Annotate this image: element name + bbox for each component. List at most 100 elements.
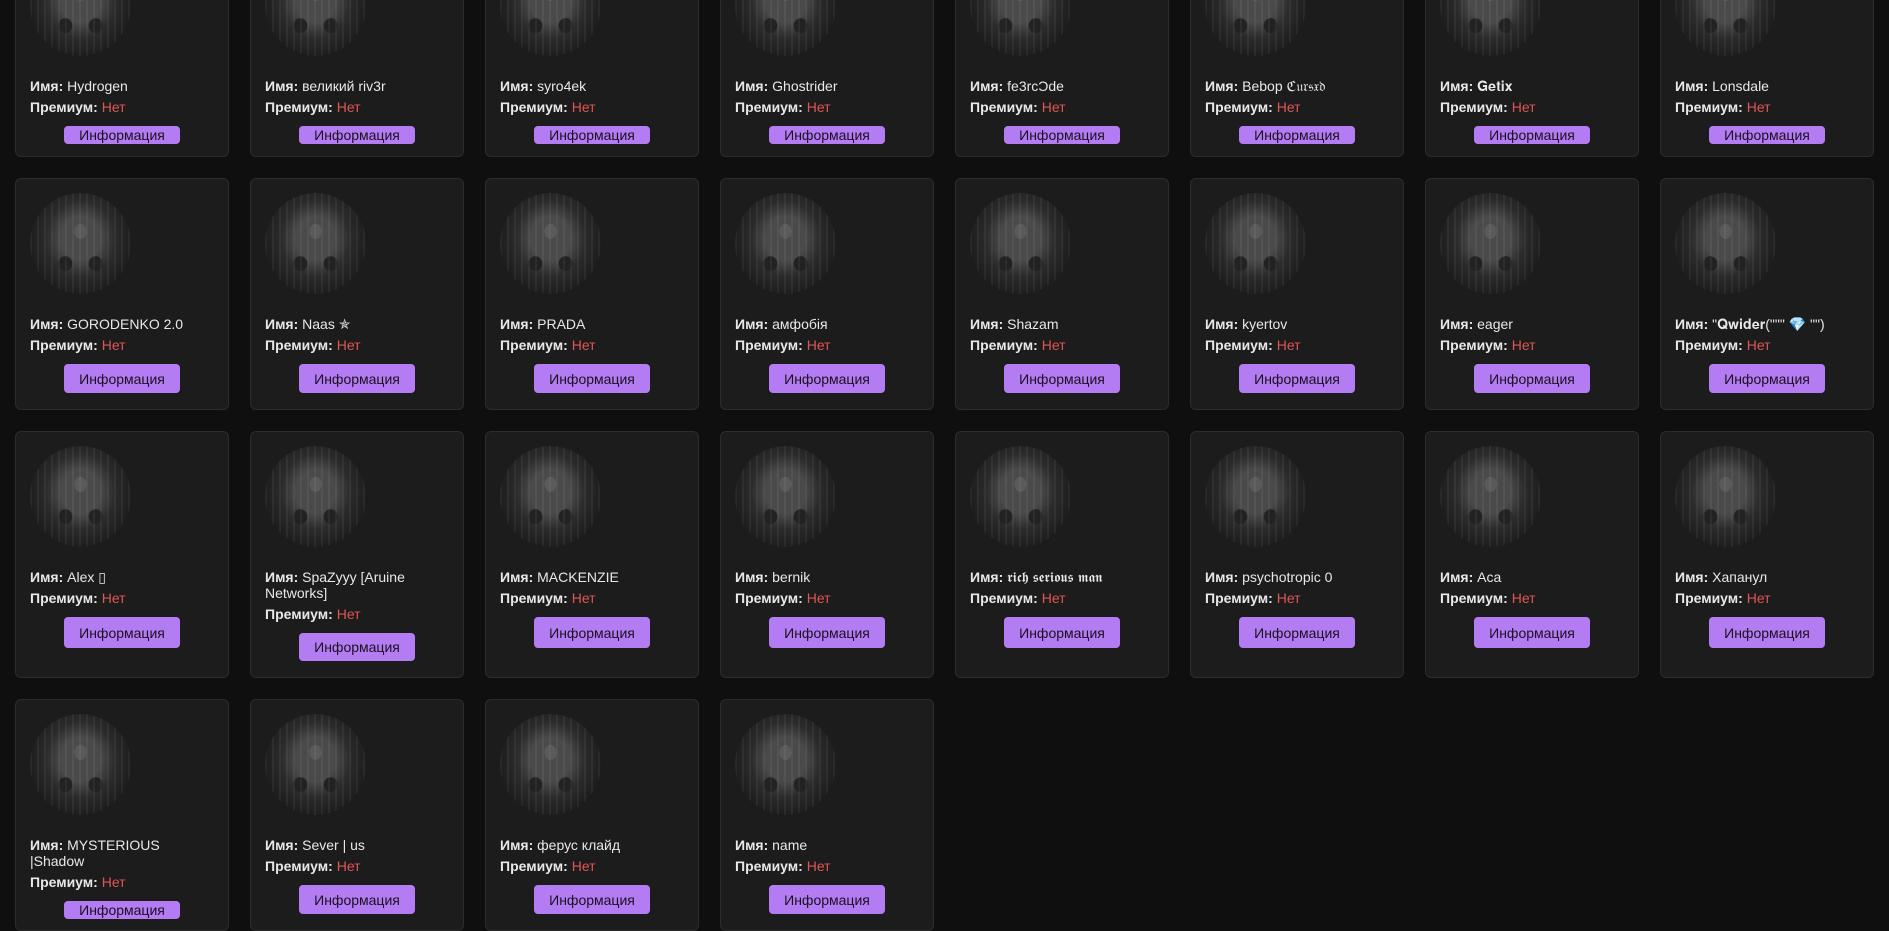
profile-info: Имя: PRADA Премиум: Нет: [500, 316, 684, 358]
info-button[interactable]: Информация: [1474, 126, 1590, 144]
premium-value: Нет: [1041, 590, 1066, 606]
avatar: [735, 446, 836, 547]
profile-card: Имя: Ghostrider Премиум: Нет Информация: [720, 0, 934, 157]
info-button[interactable]: Информация: [299, 126, 415, 144]
name-value: syro4ek: [537, 78, 587, 94]
info-button[interactable]: Информация: [64, 364, 180, 393]
avatar: [735, 714, 836, 815]
premium-value: Нет: [1041, 337, 1066, 353]
name-label: Имя:: [735, 316, 769, 332]
name-row: Имя: Alex ▯: [30, 569, 214, 585]
premium-label: Премиум:: [735, 858, 803, 874]
premium-value: Нет: [806, 590, 831, 606]
profile-info: Имя: eager Премиум: Нет: [1440, 316, 1624, 358]
avatar: [1205, 193, 1306, 294]
profile-card: Имя: eager Премиум: Нет Информация: [1425, 178, 1639, 410]
info-button[interactable]: Информация: [769, 126, 885, 144]
premium-row: Премиум: Нет: [970, 590, 1154, 606]
name-row: Имя: ферус клайд: [500, 837, 684, 853]
info-button[interactable]: Информация: [534, 885, 650, 914]
info-button[interactable]: Информация: [299, 633, 415, 661]
premium-row: Премиум: Нет: [735, 99, 919, 115]
name-label: Имя:: [500, 316, 534, 332]
profile-info: Имя: Хапанул Премиум: Нет: [1675, 569, 1859, 611]
avatar: [1440, 0, 1541, 56]
name-value: psychotropic 0: [1242, 569, 1333, 585]
premium-value: Нет: [101, 874, 126, 890]
info-button[interactable]: Информация: [534, 364, 650, 393]
name-label: Имя:: [970, 316, 1004, 332]
profile-info: Имя: Sever | us Премиум: Нет: [265, 837, 449, 879]
info-button[interactable]: Информация: [1709, 617, 1825, 648]
profile-info: Имя: амфобія Премиум: Нет: [735, 316, 919, 358]
premium-label: Премиум:: [735, 590, 803, 606]
info-button[interactable]: Информация: [769, 364, 885, 393]
name-row: Имя: Хапанул: [1675, 569, 1859, 585]
avatar: [970, 0, 1071, 56]
name-value: Hydrogen: [67, 78, 128, 94]
info-button[interactable]: Информация: [1474, 364, 1590, 393]
info-button[interactable]: Информация: [1709, 126, 1825, 144]
name-row: Имя: Ghostrider: [735, 78, 919, 94]
info-button[interactable]: Информация: [769, 885, 885, 914]
info-button[interactable]: Информация: [1239, 617, 1355, 648]
premium-value: Нет: [336, 337, 361, 353]
avatar: [30, 446, 131, 547]
name-value: Sever | us: [302, 837, 365, 853]
premium-label: Премиум:: [265, 99, 333, 115]
name-value: Alex ▯: [67, 569, 106, 585]
name-row: Имя: name: [735, 837, 919, 853]
profile-card: Имя: fe3rcƆde Премиум: Нет Информация: [955, 0, 1169, 157]
premium-value: Нет: [806, 858, 831, 874]
info-button[interactable]: Информация: [1004, 126, 1120, 144]
info-button[interactable]: Информация: [1239, 364, 1355, 393]
profile-card: Имя: Hydrogen Премиум: Нет Информация: [15, 0, 229, 157]
info-button[interactable]: Информация: [534, 617, 650, 648]
profile-info: Имя: syro4ek Премиум: Нет: [500, 78, 684, 120]
name-row: Имя: Lonsdale: [1675, 78, 1859, 94]
premium-row: Премиум: Нет: [970, 337, 1154, 353]
profile-info: Имя: bernik Премиум: Нет: [735, 569, 919, 611]
name-row: Имя: Aca: [1440, 569, 1624, 585]
profile-card: Имя: Alex ▯ Премиум: Нет Информация: [15, 431, 229, 678]
info-button[interactable]: Информация: [1239, 126, 1355, 144]
premium-label: Премиум:: [500, 858, 568, 874]
info-button[interactable]: Информация: [64, 617, 180, 648]
profile-info: Имя: psychotropic 0 Премиум: Нет: [1205, 569, 1389, 611]
info-button[interactable]: Информация: [769, 617, 885, 648]
info-button[interactable]: Информация: [534, 126, 650, 144]
info-button[interactable]: Информация: [299, 364, 415, 393]
name-row: Имя: Hydrogen: [30, 78, 214, 94]
info-button[interactable]: Информация: [1474, 617, 1590, 648]
avatar: [265, 0, 366, 56]
info-button[interactable]: Информация: [1709, 364, 1825, 393]
premium-label: Премиум:: [265, 337, 333, 353]
profile-card: Имя: psychotropic 0 Премиум: Нет Информаци…: [1190, 431, 1404, 678]
premium-value: Нет: [571, 337, 596, 353]
premium-label: Премиум:: [500, 337, 568, 353]
profile-card: Имя: bernik Премиум: Нет Информация: [720, 431, 934, 678]
profile-card: Имя: Sever | us Премиум: Нет Информация: [250, 699, 464, 931]
info-button[interactable]: Информация: [64, 901, 180, 919]
info-button[interactable]: Информация: [1004, 364, 1120, 393]
premium-row: Премиум: Нет: [30, 590, 214, 606]
name-value: kyertov: [1242, 316, 1288, 332]
profile-card: Имя: Хапанул Премиум: Нет Информация: [1660, 431, 1874, 678]
name-row: Имя: великий riv3r: [265, 78, 449, 94]
premium-label: Премиум:: [1440, 337, 1508, 353]
name-row: Имя: 𝐆𝐞𝐭𝐢𝐱: [1440, 78, 1624, 94]
premium-label: Премиум:: [1205, 337, 1273, 353]
premium-row: Премиум: Нет: [265, 337, 449, 353]
name-label: Имя:: [265, 78, 299, 94]
info-button[interactable]: Информация: [299, 885, 415, 914]
premium-value: Нет: [101, 99, 126, 115]
premium-value: Нет: [1746, 337, 1771, 353]
premium-row: Премиум: Нет: [500, 590, 684, 606]
name-row: Имя: bernik: [735, 569, 919, 585]
name-row: Имя: GORODENKO 2.0: [30, 316, 214, 332]
info-button[interactable]: Информация: [1004, 617, 1120, 648]
info-button[interactable]: Информация: [64, 126, 180, 144]
premium-value: Нет: [1276, 99, 1301, 115]
name-label: Имя:: [970, 78, 1004, 94]
avatar: [1205, 446, 1306, 547]
